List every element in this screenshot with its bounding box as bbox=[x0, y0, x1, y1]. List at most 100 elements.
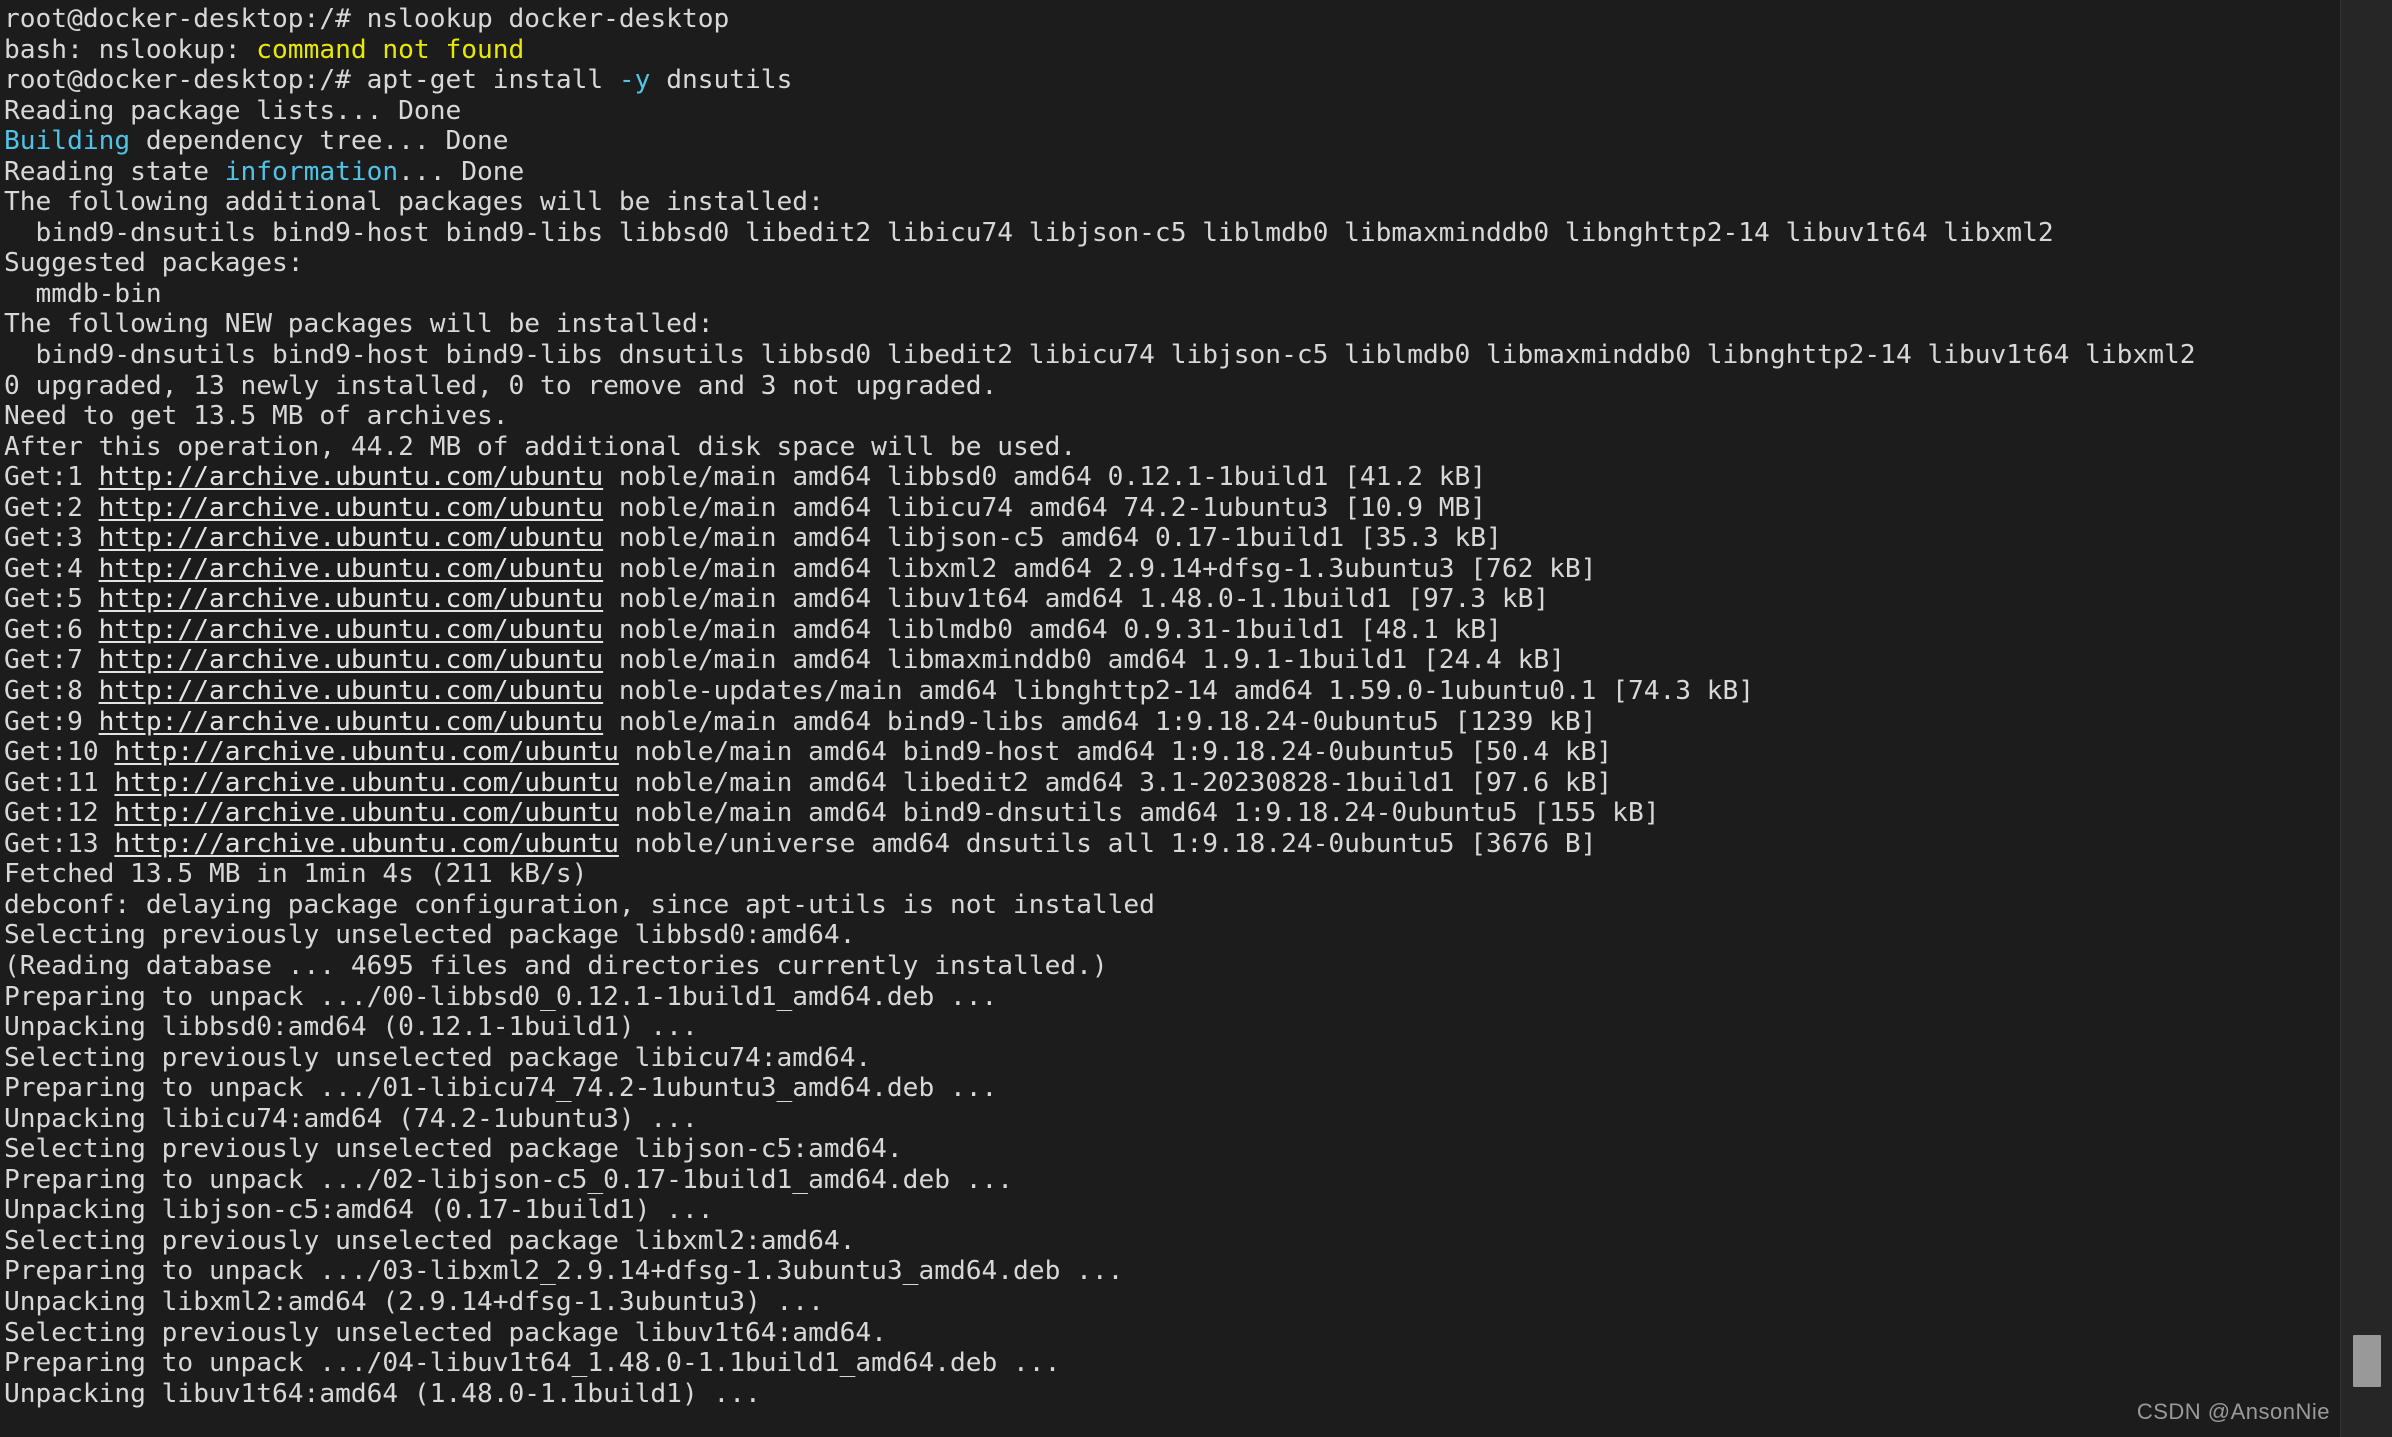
terminal-line: root@docker-desktop:/# nslookup docker-d… bbox=[4, 4, 2340, 35]
terminal-text: Get:2 bbox=[4, 492, 99, 523]
terminal-line: root@docker-desktop:/# apt-get install -… bbox=[4, 65, 2340, 96]
terminal-text: Selecting previously unselected package … bbox=[4, 1225, 856, 1256]
terminal-line: Preparing to unpack .../04-libuv1t64_1.4… bbox=[4, 1348, 2340, 1379]
terminal-line: Preparing to unpack .../01-libicu74_74.2… bbox=[4, 1073, 2340, 1104]
terminal-text: Get:8 bbox=[4, 676, 99, 707]
terminal-line: (Reading database ... 4695 files and dir… bbox=[4, 951, 2340, 982]
terminal-url-link[interactable]: http://archive.ubuntu.com/ubuntu bbox=[114, 768, 619, 798]
terminal-line: Reading package lists... Done bbox=[4, 96, 2340, 127]
watermark-label: CSDN @AnsonNie bbox=[2136, 1399, 2330, 1424]
terminal-text: Building bbox=[4, 126, 131, 157]
terminal-line: Preparing to unpack .../00-libbsd0_0.12.… bbox=[4, 982, 2340, 1013]
terminal-line: Selecting previously unselected package … bbox=[4, 920, 2340, 951]
terminal-text: Preparing to unpack .../03-libxml2_2.9.1… bbox=[4, 1256, 1124, 1287]
terminal-line: The following NEW packages will be insta… bbox=[4, 309, 2340, 340]
terminal-line: bash: nslookup: command not found bbox=[4, 35, 2340, 66]
terminal-line: Get:8 http://archive.ubuntu.com/ubuntu n… bbox=[4, 676, 2340, 707]
terminal-text: command not found bbox=[256, 34, 525, 65]
terminal-line: Selecting previously unselected package … bbox=[4, 1318, 2340, 1349]
terminal-url-link[interactable]: http://archive.ubuntu.com/ubuntu bbox=[99, 493, 604, 523]
terminal-url-link[interactable]: http://archive.ubuntu.com/ubuntu bbox=[99, 615, 604, 645]
terminal-line: Get:3 http://archive.ubuntu.com/ubuntu n… bbox=[4, 523, 2340, 554]
terminal-text: Get:6 bbox=[4, 614, 99, 645]
terminal-line: Get:7 http://archive.ubuntu.com/ubuntu n… bbox=[4, 645, 2340, 676]
terminal-text: Get:11 bbox=[4, 767, 115, 798]
terminal-url-link[interactable]: http://archive.ubuntu.com/ubuntu bbox=[99, 523, 604, 553]
terminal-line: 0 upgraded, 13 newly installed, 0 to rem… bbox=[4, 371, 2340, 402]
terminal-url-link[interactable]: http://archive.ubuntu.com/ubuntu bbox=[99, 554, 604, 584]
terminal-text: bind9-dnsutils bind9-host bind9-libs dns… bbox=[4, 340, 2196, 371]
terminal-line: Reading state information... Done bbox=[4, 157, 2340, 188]
terminal-text: dependency tree... Done bbox=[130, 126, 509, 157]
terminal-text: Unpacking libjson-c5:amd64 (0.17-1build1… bbox=[4, 1195, 714, 1226]
terminal-text: Get:4 bbox=[4, 553, 99, 584]
terminal-text: Get:3 bbox=[4, 523, 99, 554]
terminal-text: Unpacking libbsd0:amd64 (0.12.1-1build1)… bbox=[4, 1012, 698, 1043]
terminal-text: Fetched 13.5 MB in 1min 4s (211 kB/s) bbox=[4, 859, 588, 890]
terminal-line: Unpacking libuv1t64:amd64 (1.48.0-1.1bui… bbox=[4, 1379, 2340, 1410]
terminal-text: Selecting previously unselected package … bbox=[4, 1134, 903, 1165]
terminal-text: Selecting previously unselected package … bbox=[4, 1042, 872, 1073]
terminal-text: Preparing to unpack .../01-libicu74_74.2… bbox=[4, 1073, 998, 1104]
terminal-line: Selecting previously unselected package … bbox=[4, 1226, 2340, 1257]
terminal-line: Building dependency tree... Done bbox=[4, 126, 2340, 157]
terminal-text: Reading package lists... Done bbox=[4, 95, 462, 126]
terminal-text: Preparing to unpack .../02-libjson-c5_0.… bbox=[4, 1164, 1014, 1195]
terminal-url-link[interactable]: http://archive.ubuntu.com/ubuntu bbox=[114, 737, 619, 767]
terminal-text: The following NEW packages will be insta… bbox=[4, 309, 714, 340]
terminal-text: bind9-dnsutils bind9-host bind9-libs lib… bbox=[4, 217, 2054, 248]
terminal-line: Get:11 http://archive.ubuntu.com/ubuntu … bbox=[4, 768, 2340, 799]
terminal-text: root@docker-desktop:/# nslookup docker-d… bbox=[4, 4, 730, 34]
terminal-line: Get:13 http://archive.ubuntu.com/ubuntu … bbox=[4, 829, 2340, 860]
terminal-url-link[interactable]: http://archive.ubuntu.com/ubuntu bbox=[114, 798, 619, 828]
terminal-text: Get:12 bbox=[4, 798, 115, 829]
terminal-text: Unpacking libuv1t64:amd64 (1.48.0-1.1bui… bbox=[4, 1378, 761, 1409]
terminal-line: bind9-dnsutils bind9-host bind9-libs lib… bbox=[4, 218, 2340, 249]
terminal-text: Unpacking libicu74:amd64 (74.2-1ubuntu3)… bbox=[4, 1103, 698, 1134]
terminal-text: After this operation, 44.2 MB of additio… bbox=[4, 431, 1077, 462]
terminal-url-link[interactable]: http://archive.ubuntu.com/ubuntu bbox=[99, 462, 604, 492]
terminal-output-area[interactable]: root@docker-desktop:/# nslookup docker-d… bbox=[0, 0, 2340, 1437]
terminal-line: Selecting previously unselected package … bbox=[4, 1134, 2340, 1165]
terminal-url-link[interactable]: http://archive.ubuntu.com/ubuntu bbox=[99, 645, 604, 675]
terminal-text: debconf: delaying package configuration,… bbox=[4, 889, 1155, 920]
terminal-window[interactable]: root@docker-desktop:/# nslookup docker-d… bbox=[0, 0, 2392, 1437]
terminal-text: Reading state bbox=[4, 156, 225, 187]
vertical-scrollbar[interactable] bbox=[2340, 0, 2392, 1437]
terminal-line: Selecting previously unselected package … bbox=[4, 1043, 2340, 1074]
terminal-text: Preparing to unpack .../00-libbsd0_0.12.… bbox=[4, 981, 998, 1012]
terminal-url-link[interactable]: http://archive.ubuntu.com/ubuntu bbox=[114, 829, 619, 859]
terminal-url-link[interactable]: http://archive.ubuntu.com/ubuntu bbox=[99, 676, 604, 706]
terminal-line: Unpacking libbsd0:amd64 (0.12.1-1build1)… bbox=[4, 1012, 2340, 1043]
terminal-text: noble/main amd64 libbsd0 amd64 0.12.1-1b… bbox=[603, 462, 1487, 493]
terminal-text: noble/main amd64 liblmdb0 amd64 0.9.31-1… bbox=[603, 614, 1502, 645]
terminal-text: noble/main amd64 bind9-dnsutils amd64 1:… bbox=[618, 798, 1660, 829]
terminal-line: bind9-dnsutils bind9-host bind9-libs dns… bbox=[4, 340, 2340, 371]
terminal-text: information bbox=[224, 156, 399, 187]
terminal-line: debconf: delaying package configuration,… bbox=[4, 890, 2340, 921]
terminal-text: Get:1 bbox=[4, 462, 99, 493]
terminal-line: Need to get 13.5 MB of archives. bbox=[4, 401, 2340, 432]
terminal-text: noble/universe amd64 dnsutils all 1:9.18… bbox=[618, 828, 1597, 859]
terminal-text: noble/main amd64 bind9-libs amd64 1:9.18… bbox=[603, 706, 1597, 737]
terminal-line: Get:2 http://archive.ubuntu.com/ubuntu n… bbox=[4, 493, 2340, 524]
terminal-text: noble/main amd64 libuv1t64 amd64 1.48.0-… bbox=[603, 584, 1550, 615]
terminal-text: noble/main amd64 libmaxminddb0 amd64 1.9… bbox=[603, 645, 1565, 676]
terminal-line: Fetched 13.5 MB in 1min 4s (211 kB/s) bbox=[4, 859, 2340, 890]
terminal-text: ... Done bbox=[398, 156, 525, 187]
terminal-text: Suggested packages: bbox=[4, 248, 304, 279]
terminal-text: noble/main amd64 libedit2 amd64 3.1-2023… bbox=[618, 767, 1613, 798]
terminal-line: After this operation, 44.2 MB of additio… bbox=[4, 432, 2340, 463]
terminal-text: Get:7 bbox=[4, 645, 99, 676]
terminal-text: noble/main amd64 bind9-host amd64 1:9.18… bbox=[618, 737, 1613, 768]
terminal-line: Unpacking libjson-c5:amd64 (0.17-1build1… bbox=[4, 1195, 2340, 1226]
scrollbar-thumb[interactable] bbox=[2353, 1335, 2381, 1387]
terminal-text: noble-updates/main amd64 libnghttp2-14 a… bbox=[603, 676, 1755, 707]
terminal-text: bash: nslookup: bbox=[4, 34, 257, 65]
terminal-text: Get:13 bbox=[4, 828, 115, 859]
terminal-line: Get:4 http://archive.ubuntu.com/ubuntu n… bbox=[4, 554, 2340, 585]
terminal-url-link[interactable]: http://archive.ubuntu.com/ubuntu bbox=[99, 707, 604, 737]
terminal-line: Unpacking libicu74:amd64 (74.2-1ubuntu3)… bbox=[4, 1104, 2340, 1135]
terminal-url-link[interactable]: http://archive.ubuntu.com/ubuntu bbox=[99, 584, 604, 614]
terminal-text: mmdb-bin bbox=[4, 278, 162, 309]
